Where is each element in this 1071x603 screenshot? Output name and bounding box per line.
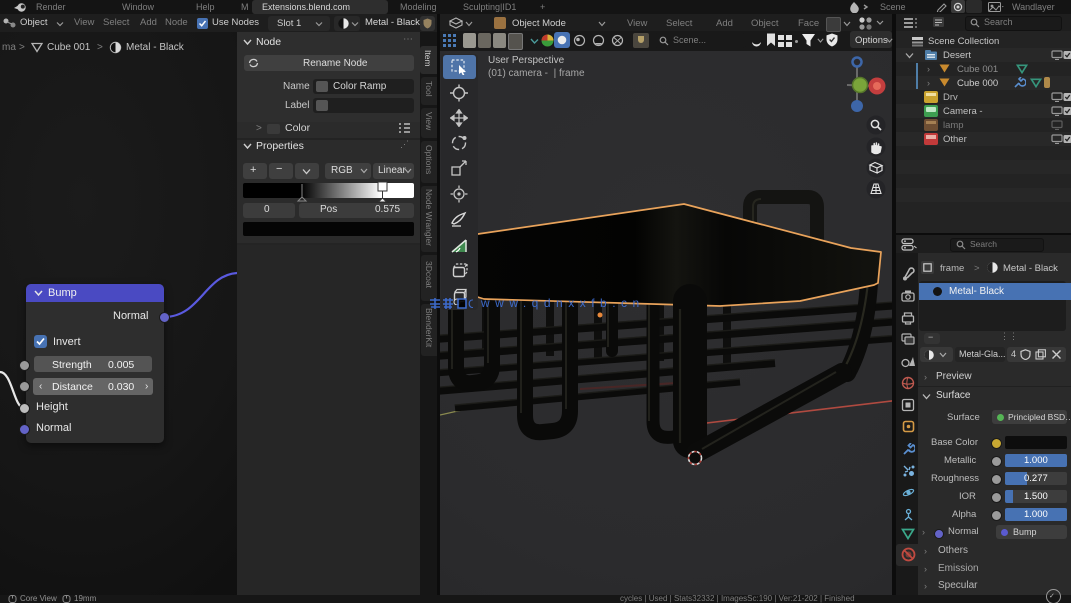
svg-text:C: C <box>468 297 473 310</box>
